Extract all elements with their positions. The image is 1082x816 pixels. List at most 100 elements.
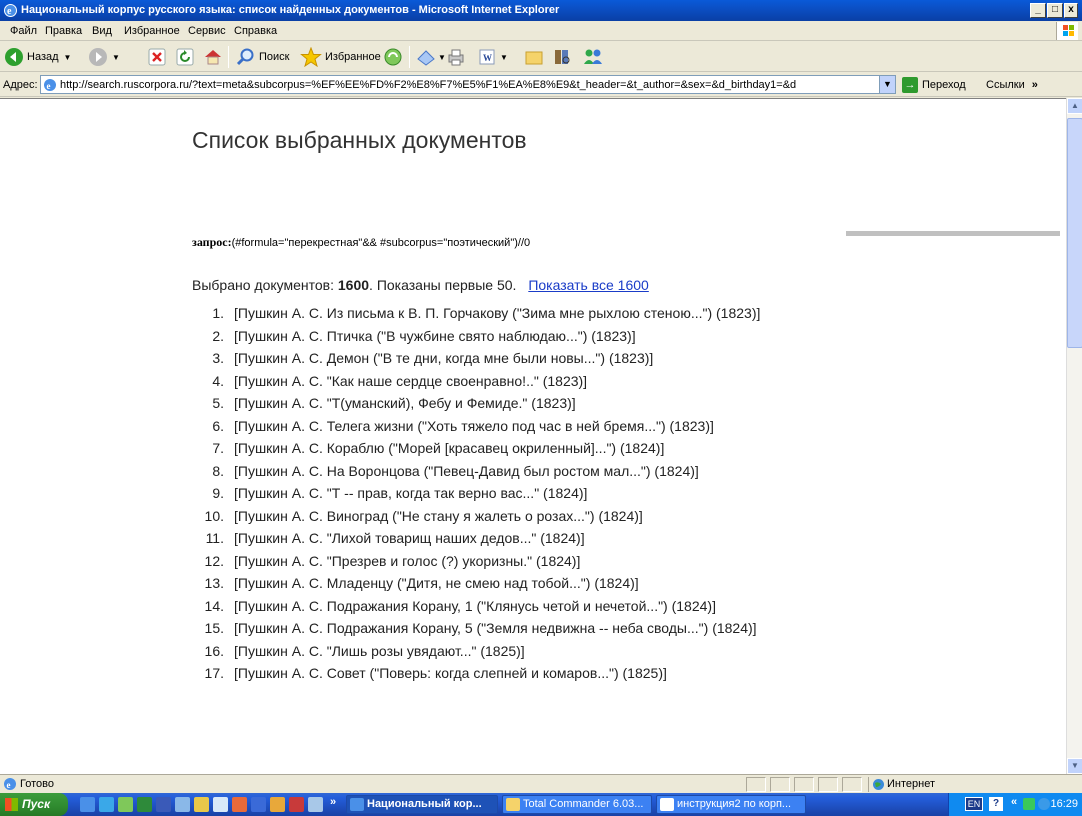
- document-title[interactable]: [Пушкин А. С. "Презрев и голос (?) укори…: [234, 550, 812, 573]
- document-title[interactable]: [Пушкин А. С. Телега жизни ("Хоть тяжело…: [234, 415, 812, 438]
- forward-dropdown-icon[interactable]: ▼: [112, 53, 120, 62]
- document-title[interactable]: [Пушкин А. С. Младенцу ("Дитя, не смею н…: [234, 572, 812, 595]
- document-item[interactable]: 15. [Пушкин А. С. Подражания Корану, 5 ("…: [192, 617, 812, 640]
- refresh-button[interactable]: [176, 46, 194, 68]
- quicklaunch-icon[interactable]: [118, 797, 133, 812]
- menu-file[interactable]: Файл: [10, 25, 37, 37]
- stop-button[interactable]: [148, 46, 166, 68]
- back-dropdown-icon[interactable]: ▼: [64, 53, 72, 62]
- menu-help[interactable]: Справка: [234, 25, 277, 37]
- start-button[interactable]: Пуск: [0, 793, 68, 816]
- menu-tools[interactable]: Сервис: [188, 25, 226, 37]
- quicklaunch-icon[interactable]: [175, 797, 190, 812]
- document-title[interactable]: [Пушкин А. С. Демон ("В те дни, когда мн…: [234, 347, 812, 370]
- tray-chevron-icon[interactable]: «: [1011, 796, 1017, 808]
- research-button[interactable]: [552, 46, 572, 68]
- quicklaunch-excel-icon[interactable]: [137, 797, 152, 812]
- document-item[interactable]: 11. [Пушкин А. С. "Лихой товарищ наших де…: [192, 527, 812, 550]
- quicklaunch-desktop-icon[interactable]: [80, 797, 95, 812]
- quicklaunch-icon[interactable]: [308, 797, 323, 812]
- help-icon[interactable]: ?: [989, 797, 1003, 811]
- document-title[interactable]: [Пушкин А. С. Подражания Корану, 1 ("Кля…: [234, 595, 812, 618]
- messenger-tray-icon[interactable]: [1038, 798, 1050, 810]
- document-title[interactable]: [Пушкин А. С. Птичка ("В чужбине свято н…: [234, 325, 812, 348]
- document-item[interactable]: 5. [Пушкин А. С. "Т(уманский), Фебу и Фем…: [192, 392, 812, 415]
- document-title[interactable]: [Пушкин А. С. "Т -- прав, когда так верн…: [234, 482, 812, 505]
- document-item[interactable]: 6. [Пушкин А. С. Телега жизни ("Хоть тяже…: [192, 415, 812, 438]
- document-item[interactable]: 2. [Пушкин А. С. Птичка ("В чужбине свято…: [192, 325, 812, 348]
- menu-edit[interactable]: Правка: [45, 25, 82, 37]
- star-icon: [300, 47, 322, 67]
- history-button[interactable]: ▼: [416, 46, 446, 68]
- quicklaunch-icon[interactable]: [251, 797, 266, 812]
- media-button[interactable]: [383, 46, 403, 68]
- menu-favorites[interactable]: Избранное: [124, 25, 180, 37]
- document-item[interactable]: 10. [Пушкин А. С. Виноград ("Не стану я ж…: [192, 505, 812, 528]
- document-title[interactable]: [Пушкин А. С. "Лихой товарищ наших дедов…: [234, 527, 812, 550]
- maximize-button[interactable]: □: [1047, 3, 1063, 18]
- discuss-button[interactable]: [524, 46, 544, 68]
- back-button[interactable]: Назад ▼: [4, 46, 71, 68]
- document-item[interactable]: 7. [Пушкин А. С. Кораблю ("Морей [красаве…: [192, 437, 812, 460]
- address-dropdown-icon[interactable]: ▼: [879, 76, 895, 93]
- quicklaunch-icon[interactable]: [289, 797, 304, 812]
- quicklaunch-icon[interactable]: [232, 797, 247, 812]
- quicklaunch-icon[interactable]: [213, 797, 228, 812]
- document-title[interactable]: [Пушкин А. С. "Т(уманский), Фебу и Фемид…: [234, 392, 812, 415]
- scroll-down-icon[interactable]: ▼: [1067, 758, 1082, 774]
- document-item[interactable]: 17. [Пушкин А. С. Совет ("Поверь: когда с…: [192, 662, 812, 685]
- document-number: 13.: [204, 575, 224, 591]
- print-button[interactable]: [446, 46, 466, 68]
- edit-dropdown-icon[interactable]: ▼: [500, 53, 508, 62]
- document-title[interactable]: [Пушкин А. С. Подражания Корану, 5 ("Зем…: [234, 617, 812, 640]
- task-ie-window[interactable]: Национальный кор...: [346, 795, 498, 814]
- messenger-button[interactable]: [582, 46, 604, 68]
- task-word-document[interactable]: инструкция2 по корп...: [656, 795, 806, 814]
- quicklaunch-icon[interactable]: [270, 797, 285, 812]
- stop-icon: [148, 48, 166, 66]
- quicklaunch-icon[interactable]: [194, 797, 209, 812]
- links-button[interactable]: Ссылки »: [986, 79, 1038, 91]
- document-item[interactable]: 1. [Пушкин А. С. Из письма к В. П. Горчак…: [192, 302, 812, 325]
- quicklaunch-chevron[interactable]: »: [330, 796, 336, 808]
- close-button[interactable]: x: [1064, 3, 1078, 18]
- go-button[interactable]: → Переход: [902, 77, 966, 93]
- document-title[interactable]: [Пушкин А. С. На Воронцова ("Певец-Давид…: [234, 460, 812, 483]
- favorites-button[interactable]: Избранное: [300, 46, 381, 68]
- document-item[interactable]: 16. [Пушкин А. С. "Лишь розы увядают..." …: [192, 640, 812, 663]
- home-button[interactable]: [203, 46, 223, 68]
- quicklaunch-ie-icon[interactable]: [99, 797, 114, 812]
- page-content: Список выбранных документов запрос:(#for…: [0, 98, 1066, 774]
- scroll-up-icon[interactable]: ▲: [1067, 98, 1082, 114]
- document-item[interactable]: 12. [Пушкин А. С. "Презрев и голос (?) ук…: [192, 550, 812, 573]
- document-item[interactable]: 14. [Пушкин А. С. Подражания Корану, 1 ("…: [192, 595, 812, 618]
- document-item[interactable]: 9. [Пушкин А. С. "Т -- прав, когда так ве…: [192, 482, 812, 505]
- scroll-thumb[interactable]: [1067, 118, 1082, 348]
- show-all-link[interactable]: Показать все 1600: [528, 277, 649, 293]
- toolbar: Назад ▼ ▼ Поиск Избранное ▼ W ▼: [0, 42, 1082, 72]
- vertical-scrollbar[interactable]: ▲ ▼: [1066, 98, 1082, 774]
- task-total-commander[interactable]: Total Commander 6.03...: [502, 795, 652, 814]
- document-item[interactable]: 13. [Пушкин А. С. Младенцу ("Дитя, не сме…: [192, 572, 812, 595]
- document-title[interactable]: [Пушкин А. С. Кораблю ("Морей [красавец …: [234, 437, 812, 460]
- search-button[interactable]: Поиск: [236, 46, 289, 68]
- document-item[interactable]: 4. [Пушкин А. С. "Как наше сердце своенра…: [192, 370, 812, 393]
- document-item[interactable]: 8. [Пушкин А. С. На Воронцова ("Певец-Дав…: [192, 460, 812, 483]
- quicklaunch-word-icon[interactable]: [156, 797, 171, 812]
- address-input[interactable]: e http://search.ruscorpora.ru/?text=meta…: [40, 75, 896, 94]
- minimize-button[interactable]: _: [1030, 3, 1046, 18]
- history-dropdown-icon[interactable]: ▼: [438, 53, 446, 62]
- menu-view[interactable]: Вид: [92, 25, 112, 37]
- document-title[interactable]: [Пушкин А. С. "Как наше сердце своенравн…: [234, 370, 812, 393]
- document-title[interactable]: [Пушкин А. С. Виноград ("Не стану я жале…: [234, 505, 812, 528]
- title-bar[interactable]: e Национальный корпус русского языка: сп…: [0, 0, 1082, 21]
- document-title[interactable]: [Пушкин А. С. Из письма к В. П. Горчаков…: [234, 302, 812, 325]
- edit-word-button[interactable]: W ▼: [478, 46, 508, 68]
- network-icon[interactable]: [1023, 798, 1035, 810]
- forward-button[interactable]: ▼: [88, 46, 120, 68]
- language-indicator[interactable]: EN: [965, 797, 983, 811]
- document-item[interactable]: 3. [Пушкин А. С. Демон ("В те дни, когда …: [192, 347, 812, 370]
- document-title[interactable]: [Пушкин А. С. "Лишь розы увядают..." (18…: [234, 640, 812, 663]
- word-icon: W: [479, 49, 495, 65]
- document-title[interactable]: [Пушкин А. С. Совет ("Поверь: когда слеп…: [234, 662, 812, 685]
